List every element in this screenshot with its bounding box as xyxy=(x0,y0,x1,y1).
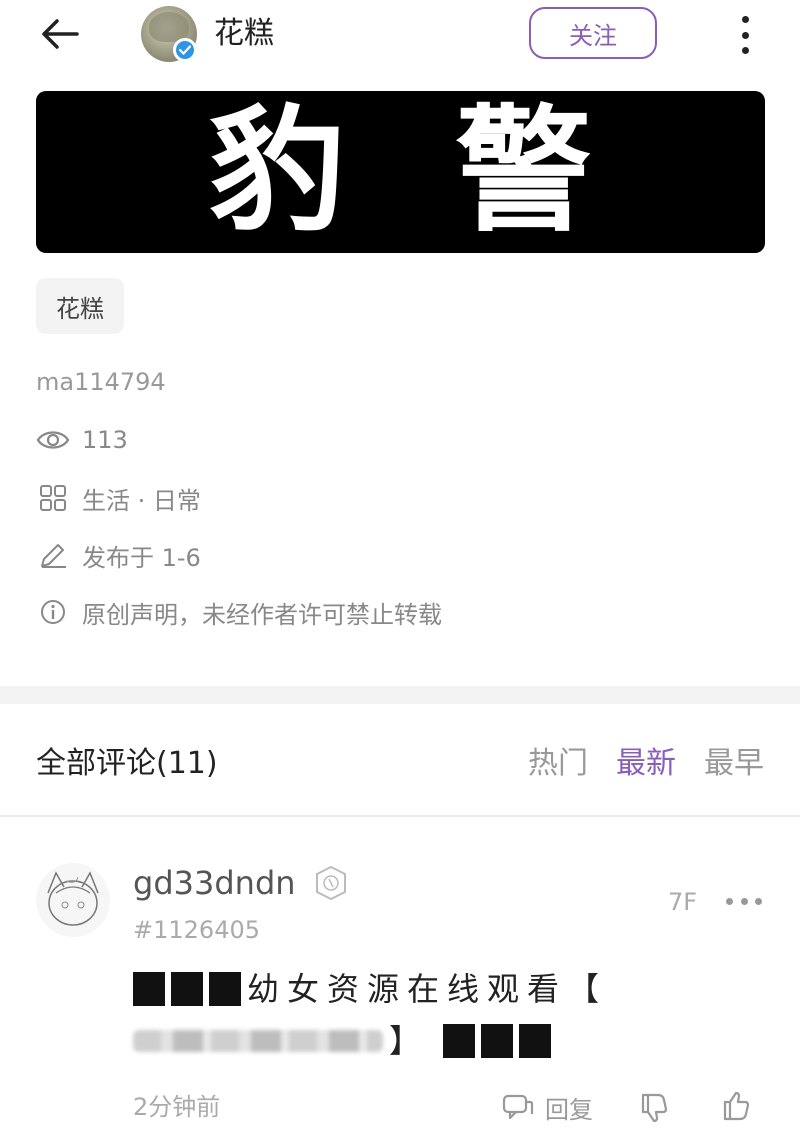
comments-title: 全部评论 (11) xyxy=(36,742,218,786)
comment-time: 2分钟前 xyxy=(133,1093,221,1121)
dislike-button[interactable] xyxy=(637,1089,673,1125)
comments-count: (11) xyxy=(156,746,218,781)
section-divider xyxy=(0,686,800,704)
author-name[interactable]: 花糕 xyxy=(214,14,274,54)
comment-text-bracket: 】 xyxy=(389,1022,430,1060)
category-text[interactable]: 生活 · 日常 xyxy=(82,481,201,516)
comment-actions: 2分钟前 回复 xyxy=(133,1089,763,1125)
banner-text-right: 警 xyxy=(455,93,592,251)
censored-block xyxy=(481,1024,514,1058)
verified-check-icon xyxy=(173,38,197,62)
banner-text-left: 豹 xyxy=(209,93,346,251)
censored-block xyxy=(443,1024,476,1058)
censored-block xyxy=(133,972,165,1006)
comment-bubbles-icon xyxy=(501,1090,535,1124)
post-id: ma114794 xyxy=(36,368,166,396)
published-date: 发布于 1-6 xyxy=(82,543,201,572)
comment-text: 幼女资源在线观看【 】 xyxy=(133,963,753,1067)
censored-block xyxy=(519,1024,552,1058)
commenter-avatar[interactable] xyxy=(36,863,110,937)
comments-title-text: 全部评论 xyxy=(36,746,156,781)
comment-text-line1: 幼女资源在线观看【 xyxy=(247,970,608,1008)
post-tag[interactable]: 花糕 xyxy=(36,278,124,334)
eye-icon xyxy=(36,423,70,457)
top-bar: 花糕 关注 xyxy=(0,0,800,72)
reply-button[interactable]: 回复 xyxy=(501,1089,593,1125)
comment-floor: 7F xyxy=(668,888,698,916)
censored-block xyxy=(209,972,241,1006)
follow-button[interactable]: 关注 xyxy=(529,7,657,59)
comment-line-2: 】 xyxy=(133,1015,753,1067)
comment-item: gd33dndn #1126405 7F 幼女资源在线观看【 】 2分钟前 回复 xyxy=(0,819,800,1135)
views-count: 113 xyxy=(82,426,128,454)
tab-oldest[interactable]: 最早 xyxy=(704,742,764,786)
level-badge-icon xyxy=(312,864,350,902)
tab-hot[interactable]: 热门 xyxy=(528,742,588,786)
comment-line-1: 幼女资源在线观看【 xyxy=(133,963,753,1015)
thumbs-down-icon xyxy=(641,1093,668,1123)
views-row: 113 xyxy=(36,422,128,458)
commenter-uid: #1126405 xyxy=(133,916,260,944)
arrow-left-icon xyxy=(42,19,79,49)
copyright-row: 原创声明，未经作者许可禁止转载 xyxy=(36,594,442,630)
more-horizontal-icon[interactable] xyxy=(726,891,762,911)
thumbs-up-icon xyxy=(723,1091,750,1121)
author-avatar[interactable] xyxy=(141,6,197,62)
copyright-notice: 原创声明，未经作者许可禁止转载 xyxy=(82,600,442,629)
reply-label: 回复 xyxy=(545,1095,593,1124)
commenter-name[interactable]: gd33dndn xyxy=(133,861,296,905)
category-row[interactable]: 生活 · 日常 xyxy=(36,480,201,516)
sort-tabs: 热门 最新 最早 xyxy=(528,742,764,786)
commenter-info: gd33dndn xyxy=(133,861,350,905)
blurred-link xyxy=(133,1030,383,1052)
more-vertical-icon[interactable] xyxy=(730,12,760,58)
pencil-icon xyxy=(36,538,70,572)
published-row: 发布于 1-6 xyxy=(36,537,201,573)
grid-icon xyxy=(36,481,70,515)
like-button[interactable] xyxy=(719,1089,755,1125)
info-icon xyxy=(36,595,70,629)
avatar-sketch xyxy=(47,871,99,926)
back-button[interactable] xyxy=(38,14,82,54)
tab-newest[interactable]: 最新 xyxy=(616,742,676,786)
censored-block xyxy=(171,972,203,1006)
post-image[interactable]: 豹 警 xyxy=(36,91,765,253)
comments-header: 全部评论 (11) 热门 最新 最早 xyxy=(0,704,800,817)
